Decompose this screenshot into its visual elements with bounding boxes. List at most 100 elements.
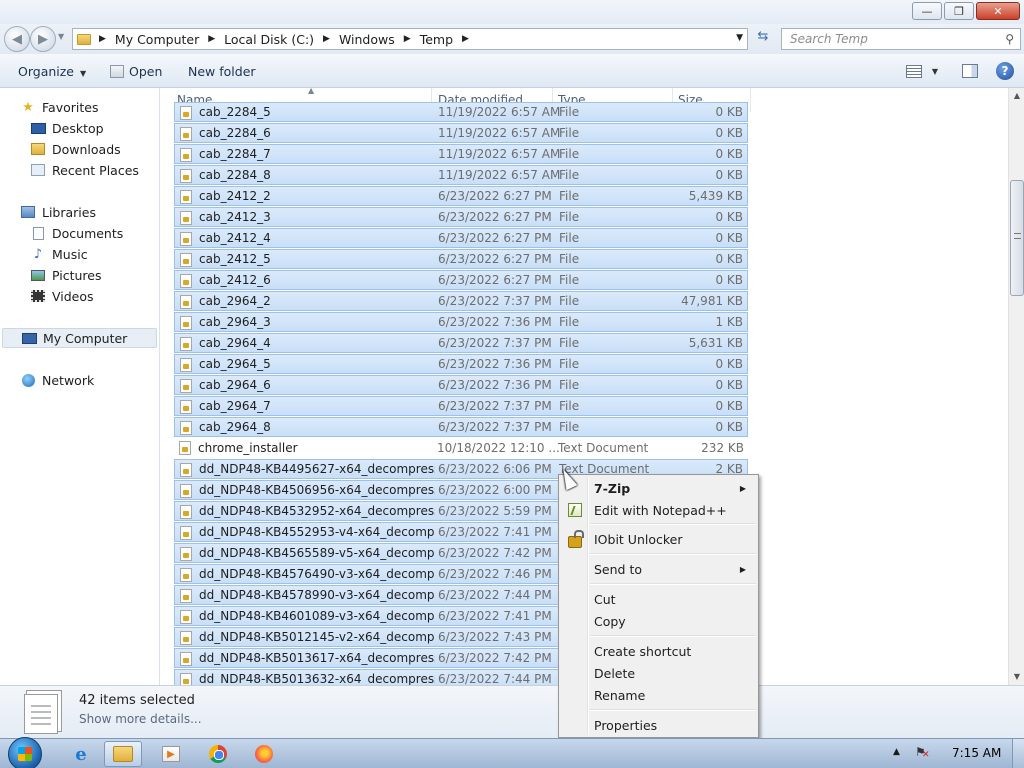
file-icon (180, 568, 192, 582)
show-more-details-link[interactable]: Show more details... (79, 712, 202, 726)
action-center-flag-icon[interactable]: ⚑ (915, 745, 931, 761)
nav-music[interactable]: ♪ Music (30, 244, 88, 264)
file-name: cab_2412_4 (199, 231, 271, 245)
search-box[interactable]: ⚲ (781, 28, 1021, 50)
breadcrumb-separator-icon[interactable]: ▶ (208, 34, 215, 44)
breadcrumb-windows[interactable]: Windows (339, 32, 395, 47)
breadcrumb-separator-icon[interactable]: ▶ (462, 34, 469, 44)
menu-item-delete[interactable]: Delete (561, 662, 756, 684)
menu-item-cut[interactable]: Cut (561, 588, 756, 610)
open-button[interactable]: Open (110, 64, 162, 79)
breadcrumb-my-computer[interactable]: My Computer (115, 32, 199, 47)
recent-pages-dropdown[interactable]: ▼ (58, 32, 64, 41)
back-button[interactable]: ◀ (4, 26, 30, 52)
view-options-dropdown-icon[interactable]: ▼ (932, 67, 938, 76)
file-name: cab_2284_8 (199, 168, 271, 182)
file-type: File (559, 315, 580, 329)
nav-my-computer[interactable]: My Computer (2, 328, 157, 348)
show-hidden-icons-icon[interactable]: ▲ (893, 747, 900, 757)
scroll-up-icon[interactable]: ▲ (1009, 88, 1024, 104)
file-row[interactable]: cab_2412_4 6/23/2022 6:27 PM File 0 KB (174, 228, 748, 248)
organize-button[interactable]: Organize ▼ (18, 64, 86, 79)
nav-documents[interactable]: Documents (30, 223, 123, 243)
menu-item-iobit-unlocker[interactable]: IObit Unlocker (561, 528, 756, 550)
breadcrumb-separator-icon[interactable]: ▶ (404, 34, 411, 44)
nav-videos[interactable]: Videos (30, 286, 94, 306)
file-row[interactable]: chrome_installer 10/18/2022 12:10 ... Text… (174, 438, 748, 458)
file-row[interactable]: cab_2284_5 11/19/2022 6:57 AM File 0 KB (174, 102, 748, 122)
file-row[interactable]: cab_2412_2 6/23/2022 6:27 PM File 5,439 KB (174, 186, 748, 206)
scrollbar-thumb[interactable] (1010, 180, 1024, 296)
taskbar-chrome[interactable] (199, 741, 237, 767)
menu-item-send-to[interactable]: Send to ▶ (561, 558, 756, 580)
menu-item-copy[interactable]: Copy (561, 610, 756, 632)
preview-pane-icon[interactable] (962, 64, 978, 78)
breadcrumb-local-disk[interactable]: Local Disk (C:) (224, 32, 314, 47)
address-dropdown-icon[interactable]: ▼ (736, 33, 743, 43)
new-folder-button[interactable]: New folder (188, 64, 256, 79)
file-icon (180, 589, 192, 603)
file-row[interactable]: cab_2964_7 6/23/2022 7:37 PM File 0 KB (174, 396, 748, 416)
start-button[interactable] (8, 737, 42, 768)
file-row[interactable]: cab_2284_8 11/19/2022 6:57 AM File 0 KB (174, 165, 748, 185)
file-date-modified: 6/23/2022 6:27 PM (438, 273, 552, 287)
menu-item-edit-with-notepad[interactable]: Edit with Notepad++ (561, 499, 756, 521)
address-bar[interactable]: ▶ My Computer ▶ Local Disk (C:) ▶ Window… (72, 28, 748, 50)
nav-desktop[interactable]: Desktop (30, 118, 104, 138)
taskbar-clock[interactable]: 7:15 AM (952, 746, 1001, 760)
file-row[interactable]: cab_2964_5 6/23/2022 7:36 PM File 0 KB (174, 354, 748, 374)
menu-item-7zip[interactable]: 7-Zip ▶ (561, 477, 756, 499)
file-row[interactable]: cab_2412_3 6/23/2022 6:27 PM File 0 KB (174, 207, 748, 227)
forward-button[interactable]: ▶ (30, 26, 56, 52)
help-icon[interactable]: ? (996, 62, 1014, 80)
file-row[interactable]: cab_2964_4 6/23/2022 7:37 PM File 5,631 KB (174, 333, 748, 353)
file-icon (180, 400, 192, 414)
file-size: 232 KB (701, 441, 744, 455)
nav-favorites[interactable]: ★ Favorites (20, 97, 98, 117)
taskbar-internet-explorer[interactable]: e (62, 741, 100, 767)
scroll-down-icon[interactable]: ▼ (1009, 669, 1024, 685)
taskbar-windows-explorer[interactable] (104, 741, 142, 767)
close-button[interactable]: ✕ (976, 2, 1020, 20)
menu-item-rename[interactable]: Rename (561, 684, 756, 706)
minimize-button[interactable]: — (912, 2, 942, 20)
file-type: File (559, 105, 580, 119)
nav-downloads[interactable]: Downloads (30, 139, 121, 159)
nav-network[interactable]: Network (20, 370, 94, 390)
file-name: cab_2964_8 (199, 420, 271, 434)
file-row[interactable]: cab_2964_3 6/23/2022 7:36 PM File 1 KB (174, 312, 748, 332)
file-name: dd_NDP48-KB4495627-x64_decompressio... (199, 462, 435, 476)
file-icon (180, 421, 192, 435)
taskbar-firefox[interactable] (245, 741, 283, 767)
refresh-button[interactable]: ⇆ (752, 29, 774, 49)
breadcrumb-separator-icon[interactable]: ▶ (323, 34, 330, 44)
file-row[interactable]: cab_2964_6 6/23/2022 7:36 PM File 0 KB (174, 375, 748, 395)
show-desktop-button[interactable] (1012, 739, 1024, 768)
file-size: 5,631 KB (688, 336, 743, 350)
file-row[interactable]: cab_2284_6 11/19/2022 6:57 AM File 0 KB (174, 123, 748, 143)
file-row[interactable]: cab_2284_7 11/19/2022 6:57 AM File 0 KB (174, 144, 748, 164)
nav-libraries[interactable]: Libraries (20, 202, 96, 222)
file-date-modified: 6/23/2022 7:37 PM (438, 294, 552, 308)
search-icon[interactable]: ⚲ (1005, 32, 1014, 46)
vertical-scrollbar[interactable]: ▲ ▼ (1008, 88, 1024, 685)
view-details-icon[interactable] (905, 64, 922, 78)
file-row[interactable]: cab_2412_5 6/23/2022 6:27 PM File 0 KB (174, 249, 748, 269)
file-row[interactable]: cab_2964_8 6/23/2022 7:37 PM File 0 KB (174, 417, 748, 437)
file-row[interactable]: cab_2964_2 6/23/2022 7:37 PM File 47,981 KB (174, 291, 748, 311)
breadcrumb-temp[interactable]: Temp (420, 32, 453, 47)
menu-item-create-shortcut[interactable]: Create shortcut (561, 640, 756, 662)
file-name: dd_NDP48-KB5013632-x64_decompressio... (199, 672, 435, 685)
menu-item-unlocker-label: IObit Unlocker (594, 531, 683, 547)
search-input[interactable] (790, 32, 990, 46)
menu-item-properties[interactable]: Properties (561, 714, 756, 736)
nav-pictures[interactable]: Pictures (30, 265, 102, 285)
file-row[interactable]: cab_2412_6 6/23/2022 6:27 PM File 0 KB (174, 270, 748, 290)
nav-recent-places[interactable]: Recent Places (30, 160, 139, 180)
file-icon (180, 190, 192, 204)
maximize-button[interactable]: ❐ (944, 2, 974, 20)
breadcrumb-separator-icon[interactable]: ▶ (99, 34, 106, 44)
file-size: 0 KB (715, 378, 743, 392)
taskbar-media-player[interactable]: ▶ (152, 741, 190, 767)
unlock-icon (567, 529, 584, 548)
